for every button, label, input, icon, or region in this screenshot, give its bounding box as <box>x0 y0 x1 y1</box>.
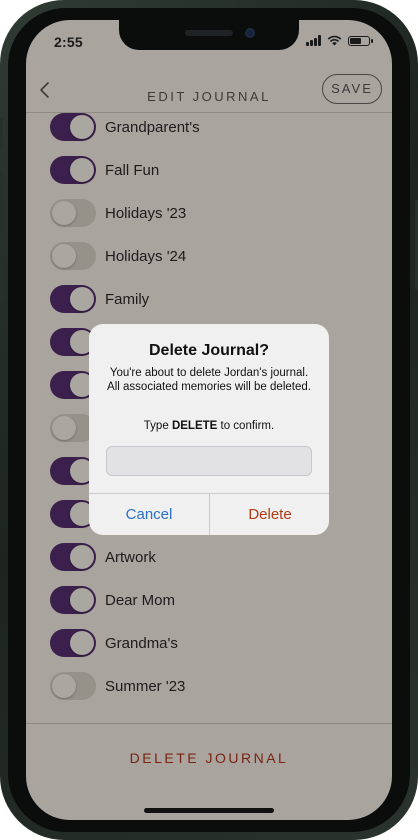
journal-row: Family <box>50 283 149 315</box>
journal-label: Holidays '24 <box>105 247 187 265</box>
status-icons <box>306 35 373 46</box>
toggle-knob <box>70 287 94 311</box>
confirm-keyword: DELETE <box>171 420 218 432</box>
journal-row: Grandma's <box>50 627 178 659</box>
journal-label: Fall Fun <box>105 161 160 179</box>
cancel-button[interactable]: Cancel <box>89 494 209 535</box>
toggle-knob <box>70 588 94 612</box>
journal-label: Summer '23 <box>105 677 186 695</box>
journal-label: Dear Mom <box>105 591 176 609</box>
alert-message: You're about to delete Jordan's journal.… <box>107 367 311 393</box>
toggle-knob <box>52 674 76 698</box>
journal-row: Fall Fun <box>50 154 159 186</box>
journal-toggle[interactable] <box>50 586 96 614</box>
divider <box>26 723 392 724</box>
toggle-knob <box>70 158 94 182</box>
journal-toggle[interactable] <box>50 543 96 571</box>
phone-frame: 2:55 EDIT JOURNAL SAVE Grandparent's Fall… <box>0 0 418 840</box>
side-button-left <box>0 172 3 230</box>
battery-icon <box>348 35 373 46</box>
cellular-signal-icon <box>306 35 321 46</box>
journal-toggle[interactable] <box>50 672 96 700</box>
journal-row: Grandparent's <box>50 113 200 143</box>
confirm-prefix: Type <box>143 420 172 432</box>
journal-row: Summer '23 <box>50 670 185 702</box>
wifi-icon <box>327 35 342 46</box>
journal-label: Grandparent's <box>105 118 200 136</box>
speaker-grille <box>185 30 233 36</box>
journal-toggle[interactable] <box>50 113 96 141</box>
journal-label: Family <box>105 290 150 308</box>
toggle-knob <box>52 244 76 268</box>
journal-label: Grandma's <box>105 634 178 652</box>
alert-confirm-instruction: Type DELETE to confirm. <box>89 420 329 432</box>
front-camera <box>245 28 255 38</box>
journal-toggle[interactable] <box>50 242 96 270</box>
journal-label: Artwork <box>105 548 156 566</box>
journal-toggle[interactable] <box>50 629 96 657</box>
journal-row: Dear Mom <box>50 584 175 616</box>
notch <box>119 20 299 50</box>
journal-row: Artwork <box>50 541 156 573</box>
toggle-knob <box>70 631 94 655</box>
delete-journal-button[interactable]: DELETE JOURNAL <box>26 750 392 766</box>
journal-toggle[interactable] <box>50 285 96 313</box>
journal-label: Holidays '23 <box>105 204 187 222</box>
navigation-bar: EDIT JOURNAL SAVE <box>26 70 392 112</box>
journal-toggle[interactable] <box>50 156 96 184</box>
journal-row: Holidays '24 <box>50 240 186 272</box>
toggle-knob <box>70 115 94 139</box>
confirm-suffix: to confirm. <box>217 420 275 432</box>
toggle-knob <box>52 416 76 440</box>
save-button[interactable]: SAVE <box>322 74 382 104</box>
alert-title: Delete Journal? <box>148 342 270 359</box>
screen: 2:55 EDIT JOURNAL SAVE Grandparent's Fall… <box>26 20 392 820</box>
side-button-left <box>0 118 3 148</box>
journal-toggle[interactable] <box>50 199 96 227</box>
toggle-knob <box>70 545 94 569</box>
home-indicator <box>144 808 274 813</box>
delete-journal-alert: Delete Journal? You're about to delete J… <box>89 324 329 535</box>
confirm-delete-input[interactable] <box>106 446 312 476</box>
journal-row: Holidays '23 <box>50 197 186 229</box>
delete-button[interactable]: Delete <box>210 494 329 535</box>
toggle-knob <box>52 201 76 225</box>
side-button-left <box>0 244 3 302</box>
status-time: 2:55 <box>54 34 83 50</box>
